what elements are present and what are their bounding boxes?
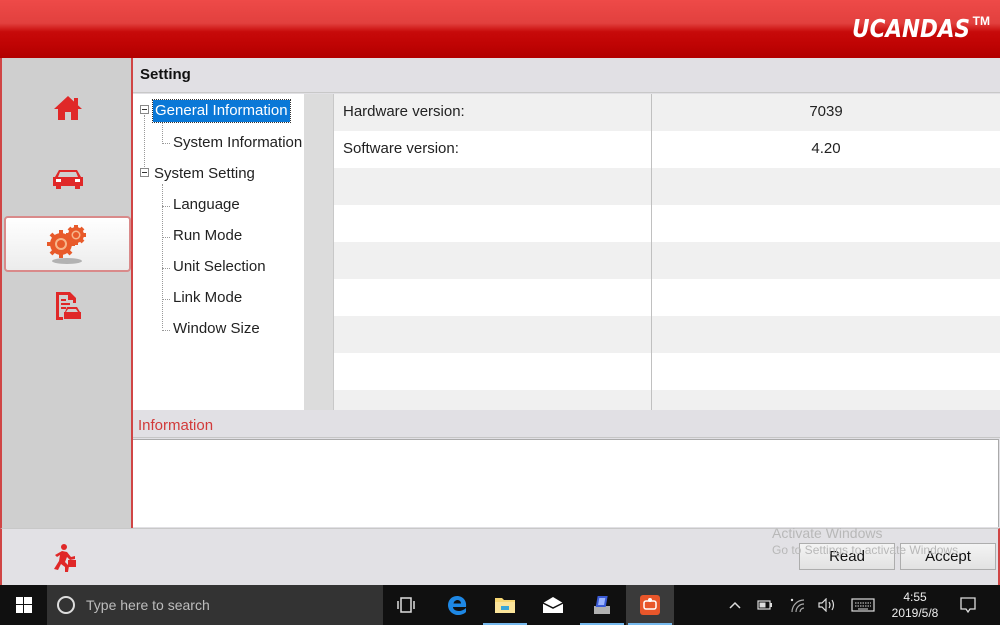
keyboard-icon xyxy=(851,598,875,612)
home-icon xyxy=(53,96,82,120)
tree-connector xyxy=(162,122,163,144)
ucandas-app-icon xyxy=(640,595,660,615)
clock-date: 2019/5/8 xyxy=(891,606,939,620)
search-placeholder: Type here to search xyxy=(86,597,210,613)
column-divider xyxy=(651,94,652,410)
sidebar-item-report[interactable] xyxy=(4,278,131,334)
battery-icon xyxy=(757,600,772,610)
report-car-icon xyxy=(55,292,81,320)
sidebar-item-home[interactable] xyxy=(4,80,131,136)
tree-item-run-mode[interactable]: Run Mode xyxy=(173,225,242,247)
mail-icon xyxy=(542,597,564,613)
network-app-taskbar-button[interactable] xyxy=(578,585,626,625)
tree-connector xyxy=(162,143,170,144)
information-label: Information xyxy=(138,417,214,434)
tree-connector xyxy=(162,206,170,207)
start-button[interactable] xyxy=(0,585,47,625)
wifi-button[interactable] xyxy=(786,585,808,625)
volume-button[interactable] xyxy=(816,585,838,625)
tree-item-window-size[interactable]: Window Size xyxy=(173,318,260,340)
file-explorer-taskbar-button[interactable] xyxy=(481,585,529,625)
tree-splitter[interactable] xyxy=(304,94,334,410)
touch-keyboard-button[interactable] xyxy=(849,585,877,625)
ucandas-window: UCANDAS TM Setting General Information S… xyxy=(0,0,1000,585)
settings-panel: Setting General Information System Infor… xyxy=(133,58,1000,528)
page-title: Setting xyxy=(140,66,191,83)
tree-connector xyxy=(162,268,170,269)
windows-taskbar: Type here to search 4:55 2019/5/8 xyxy=(0,585,1000,625)
gears-icon xyxy=(46,225,86,264)
taskbar-clock[interactable]: 4:55 2019/5/8 xyxy=(880,589,950,621)
task-view-button[interactable] xyxy=(382,585,430,625)
cortana-icon xyxy=(57,596,75,614)
collapse-toggle-general-information[interactable] xyxy=(140,105,149,114)
tree-connector xyxy=(144,115,145,173)
app-header: UCANDAS TM xyxy=(0,0,1000,58)
edge-taskbar-button[interactable] xyxy=(433,585,481,625)
sidebar xyxy=(0,58,133,528)
battery-button[interactable] xyxy=(754,585,776,625)
tree-item-system-setting[interactable]: System Setting xyxy=(154,163,255,185)
brand-logo: UCANDAS xyxy=(852,14,970,43)
tree-item-system-information[interactable]: System Information xyxy=(173,132,302,154)
collapse-toggle-system-setting[interactable] xyxy=(140,168,149,177)
row-value: 4.20 xyxy=(811,140,841,157)
show-hidden-icons-button[interactable] xyxy=(724,585,746,625)
sidebar-item-settings[interactable] xyxy=(4,216,131,272)
information-header: Information xyxy=(133,412,1000,438)
folder-icon xyxy=(495,598,515,613)
row-label: Hardware version: xyxy=(343,103,465,120)
tree-connector xyxy=(162,237,170,238)
info-grid: Hardware version: 7039 Software version:… xyxy=(334,94,1000,410)
grid-row: Hardware version: 7039 xyxy=(334,94,1000,131)
tree-item-language[interactable]: Language xyxy=(173,194,240,216)
task-view-icon xyxy=(397,597,415,613)
grid-row xyxy=(334,168,1000,205)
speaker-icon xyxy=(818,598,835,612)
grid-row xyxy=(334,353,1000,390)
tree-item-unit-selection[interactable]: Unit Selection xyxy=(173,256,266,278)
taskbar-search-box[interactable]: Type here to search xyxy=(47,585,383,625)
chevron-up-icon xyxy=(729,601,741,609)
exit-button[interactable] xyxy=(50,543,82,573)
windows-logo-icon xyxy=(15,597,32,613)
wifi-icon xyxy=(790,598,805,613)
sidebar-item-vehicle[interactable] xyxy=(4,150,131,206)
ucandas-taskbar-button[interactable] xyxy=(626,585,674,625)
grid-row xyxy=(334,316,1000,353)
notification-icon xyxy=(960,597,976,614)
edge-icon xyxy=(448,596,467,615)
title-bar: Setting xyxy=(133,58,1000,93)
network-computer-icon xyxy=(594,596,610,614)
tree-item-link-mode[interactable]: Link Mode xyxy=(173,287,242,309)
activate-windows-watermark-text: Go to Settings to activate Windows. xyxy=(772,543,962,557)
grid-row xyxy=(334,390,1000,410)
row-value: 7039 xyxy=(809,103,843,120)
tree-item-general-information[interactable]: General Information xyxy=(152,99,291,123)
car-icon xyxy=(52,170,83,189)
clock-time: 4:55 xyxy=(903,590,927,604)
grid-row xyxy=(334,279,1000,316)
grid-row xyxy=(334,205,1000,242)
settings-tree: General Information System Information S… xyxy=(133,94,304,410)
information-textbox[interactable] xyxy=(133,439,999,527)
grid-row: Software version: 4.20 xyxy=(334,131,1000,168)
brand-trademark: TM xyxy=(972,14,990,28)
grid-row xyxy=(334,242,1000,279)
activate-windows-watermark-title: Activate Windows xyxy=(772,525,883,541)
action-center-button[interactable] xyxy=(955,585,981,625)
mail-taskbar-button[interactable] xyxy=(529,585,577,625)
tree-connector xyxy=(162,299,170,300)
row-label: Software version: xyxy=(343,140,459,157)
running-man-exit-icon xyxy=(54,544,76,572)
tree-connector xyxy=(162,330,170,331)
